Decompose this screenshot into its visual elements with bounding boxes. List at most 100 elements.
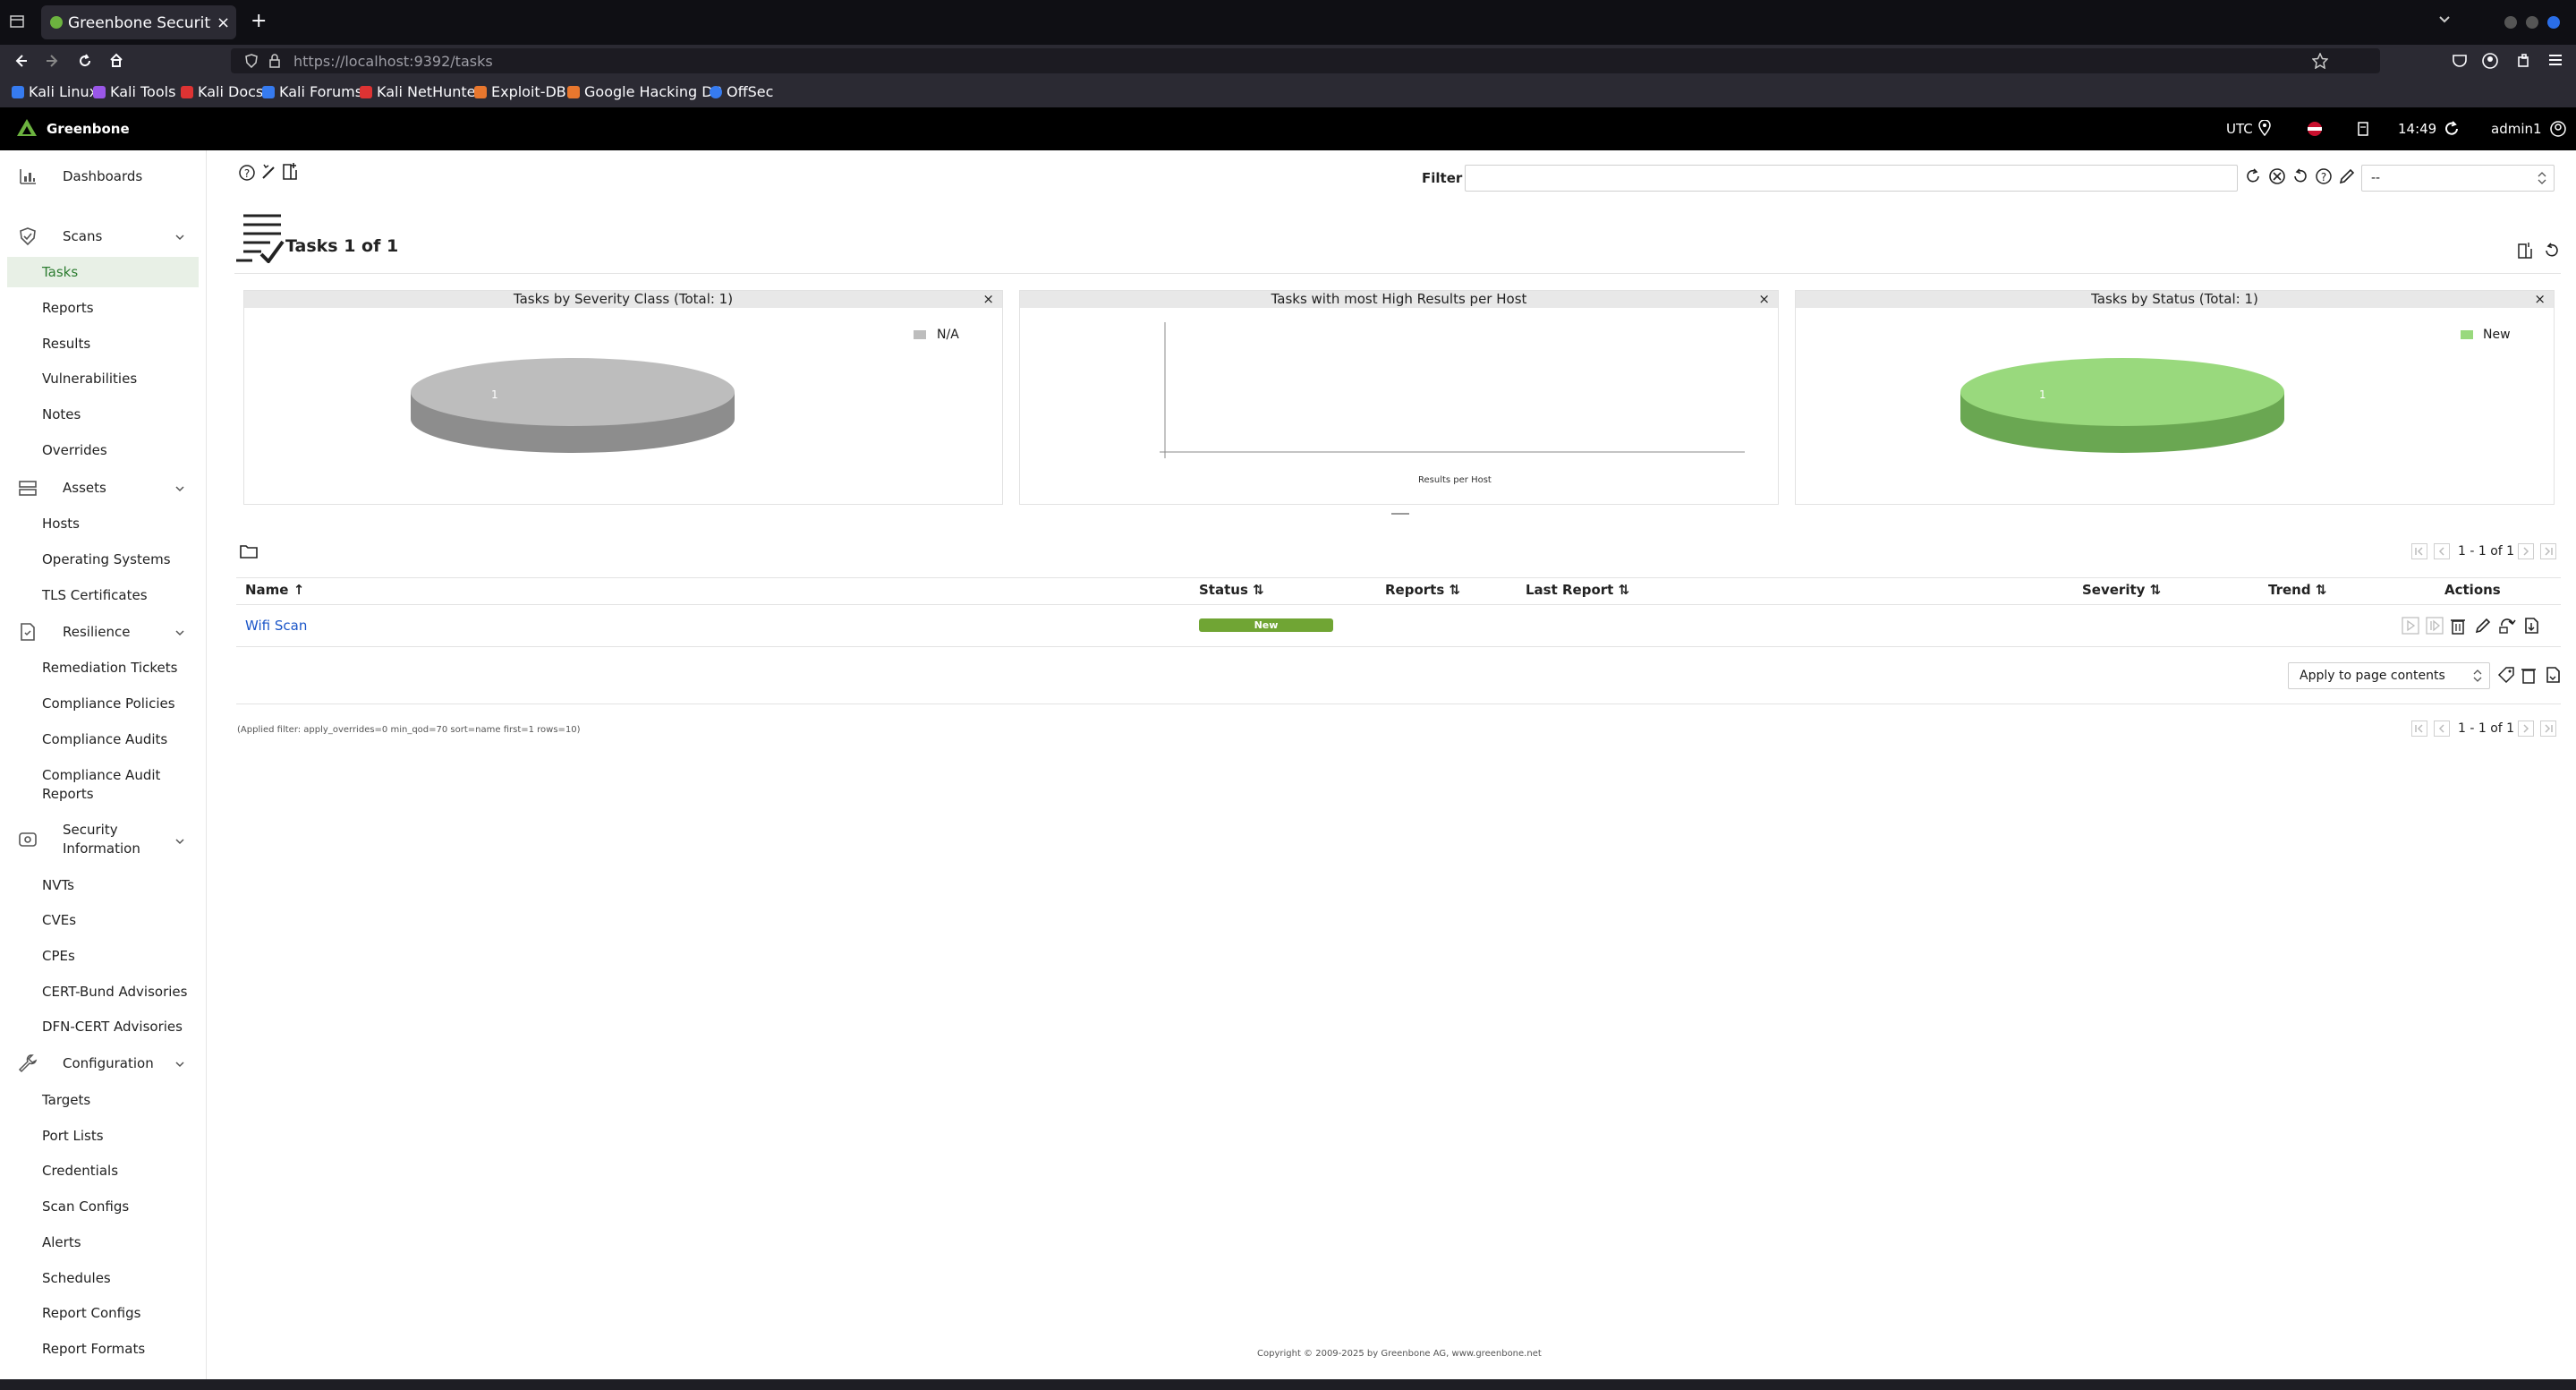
dashboard-header[interactable]: Tasks with most High Results per Host × [1020, 291, 1778, 308]
sidebar-item-tls-certificates[interactable]: TLS Certificates [42, 587, 148, 603]
sidebar-item-reports[interactable]: Reports [42, 300, 94, 316]
sidebar-item-vulnerabilities[interactable]: Vulnerabilities [42, 371, 137, 387]
previous-page-button[interactable] [2434, 721, 2450, 737]
sidebar-item-scan-configs[interactable]: Scan Configs [42, 1198, 129, 1215]
sidebar-item-compliance-audits[interactable]: Compliance Audits [42, 731, 167, 747]
sidebar-item-cves[interactable]: CVEs [42, 912, 76, 928]
start-icon[interactable] [2402, 617, 2419, 635]
export-icon[interactable] [2522, 617, 2540, 635]
sidebar-item-port-lists[interactable]: Port Lists [42, 1128, 104, 1144]
bookmark-kali-tools[interactable]: Kali Tools [93, 83, 175, 100]
column-header-reports[interactable]: Reports ⇅ [1385, 582, 1460, 598]
sidebar-item-compliance-policies[interactable]: Compliance Policies [42, 695, 175, 712]
filter-select[interactable]: -- [2361, 165, 2555, 192]
lock-icon[interactable] [268, 54, 281, 68]
sidebar-item-compliance-audit-reports-line2[interactable]: Reports [42, 786, 94, 802]
assets-chevron-down-icon[interactable] [174, 483, 185, 494]
sidebar-section-scans[interactable]: Scans [18, 226, 102, 246]
sidebar-item-report-configs[interactable]: Report Configs [42, 1305, 140, 1321]
greenbone-logo-icon[interactable] [16, 118, 38, 140]
browser-tab[interactable]: Greenbone Security Assis × [41, 5, 236, 39]
brand-name[interactable]: Greenbone [47, 121, 130, 137]
first-page-button[interactable] [2411, 721, 2427, 737]
sidebar-item-alerts[interactable]: Alerts [42, 1234, 81, 1250]
sidebar-item-targets[interactable]: Targets [42, 1092, 90, 1108]
sidebar-item-dfn-cert[interactable]: DFN-CERT Advisories [42, 1019, 183, 1035]
bulk-action-select[interactable]: Apply to page contents [2288, 662, 2490, 689]
sidebar-item-tasks[interactable]: Tasks [42, 264, 78, 280]
sidebar-section-assets[interactable]: Assets [18, 478, 106, 498]
bookmark-kali-forums[interactable]: Kali Forums [262, 83, 362, 100]
location-pin-icon[interactable] [2258, 120, 2271, 136]
menu-icon[interactable] [2548, 53, 2563, 67]
sidebar-item-credentials[interactable]: Credentials [42, 1163, 118, 1179]
sidebar-item-compliance-audit-reports[interactable]: Compliance Audit [42, 767, 160, 783]
bulk-tag-icon[interactable] [2497, 666, 2515, 684]
edit-icon[interactable] [2474, 617, 2492, 635]
sidebar-item-cert-bund[interactable]: CERT-Bund Advisories [42, 984, 187, 1000]
resume-icon[interactable] [2426, 617, 2444, 635]
window-maximize-icon[interactable] [2525, 15, 2539, 30]
new-tab-icon[interactable]: + [251, 10, 267, 32]
bookmark-kali-linux[interactable]: Kali Linux [12, 83, 98, 100]
refresh-filter-icon[interactable] [2244, 167, 2262, 185]
last-page-button[interactable] [2540, 543, 2556, 559]
dashboard-header[interactable]: Tasks by Severity Class (Total: 1) × [244, 291, 1002, 308]
column-header-name[interactable]: Name ↑ [245, 582, 304, 598]
help-icon[interactable]: ? [238, 164, 256, 182]
sidebar-item-hosts[interactable]: Hosts [42, 516, 80, 532]
close-tab-icon[interactable]: × [217, 13, 230, 32]
column-header-last-report[interactable]: Last Report ⇅ [1526, 582, 1629, 598]
sidebar-item-overrides[interactable]: Overrides [42, 442, 107, 458]
close-icon[interactable]: × [1758, 291, 1770, 308]
bookmark-kali-nethunter[interactable]: Kali NetHunter [360, 83, 481, 100]
bookmark-google-hacking-db[interactable]: Google Hacking DB [567, 83, 723, 100]
scans-chevron-down-icon[interactable] [174, 232, 185, 243]
bookmark-star-icon[interactable] [2312, 53, 2328, 69]
clear-filter-icon[interactable] [2268, 167, 2286, 185]
reset-filter-icon[interactable] [2291, 167, 2309, 185]
edit-filter-icon[interactable] [2338, 167, 2356, 185]
sidebar-item-results[interactable]: Results [42, 336, 90, 352]
sidebar-item-schedules[interactable]: Schedules [42, 1270, 111, 1286]
wizard-wand-icon[interactable] [259, 162, 277, 180]
address-bar[interactable]: https://localhost:9392/tasks [231, 48, 2380, 73]
bookmark-offsec[interactable]: OffSec [710, 83, 773, 100]
bookmark-kali-docs[interactable]: Kali Docs [181, 83, 263, 100]
account-icon[interactable] [2482, 53, 2498, 69]
bulk-trash-icon[interactable] [2521, 666, 2537, 684]
first-page-button[interactable] [2411, 543, 2427, 559]
tracking-shield-icon[interactable] [245, 54, 258, 68]
config-chevron-down-icon[interactable] [174, 1059, 185, 1070]
status-pie-chart[interactable]: 1 [1960, 343, 2286, 486]
bookmark-exploit-db[interactable]: Exploit-DB [474, 83, 566, 100]
close-icon[interactable]: × [982, 291, 994, 308]
timezone-label[interactable]: UTC [2226, 121, 2253, 137]
forward-icon[interactable] [46, 54, 60, 68]
filter-help-icon[interactable]: ? [2315, 167, 2333, 185]
reset-dashboard-icon[interactable] [2543, 242, 2561, 260]
security-chevron-down-icon[interactable] [174, 836, 185, 847]
language-flag-icon[interactable] [2307, 121, 2323, 137]
sidebar-section-configuration[interactable]: Configuration [18, 1053, 154, 1073]
severity-pie-chart[interactable]: 1 [410, 343, 736, 486]
sidebar-item-operating-systems[interactable]: Operating Systems [42, 551, 171, 567]
reload-icon[interactable] [78, 54, 92, 68]
bulk-export-icon[interactable] [2544, 666, 2562, 684]
extensions-icon[interactable] [2516, 53, 2532, 69]
sessions-icon[interactable] [2357, 121, 2369, 137]
column-header-severity[interactable]: Severity ⇅ [2082, 582, 2161, 598]
column-header-status[interactable]: Status ⇅ [1199, 582, 1264, 598]
filter-input[interactable] [1465, 165, 2238, 192]
next-page-button[interactable] [2518, 543, 2534, 559]
sidebar-item-nvts[interactable]: NVTs [42, 877, 74, 893]
sidebar-section-resilience[interactable]: Resilience [18, 622, 131, 642]
column-header-trend[interactable]: Trend ⇅ [2268, 582, 2326, 598]
sidebar-item-dashboards[interactable]: Dashboards [18, 166, 142, 186]
close-icon[interactable]: × [2534, 291, 2546, 308]
pocket-icon[interactable] [2452, 53, 2468, 69]
user-name[interactable]: admin1 [2491, 121, 2542, 137]
sidebar-item-remediation-tickets[interactable]: Remediation Tickets [42, 660, 177, 676]
sidebar-item-cpes[interactable]: CPEs [42, 948, 75, 964]
trash-icon[interactable] [2450, 617, 2466, 635]
